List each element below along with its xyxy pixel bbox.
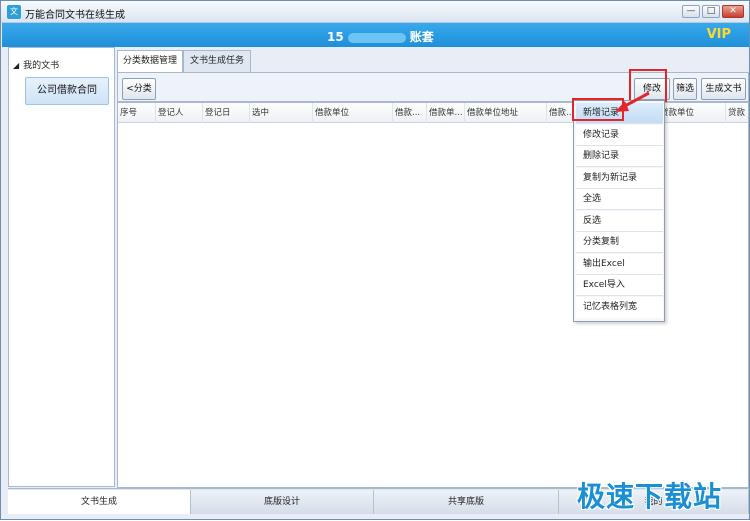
account-prefix: 15 (327, 30, 344, 44)
account-header: 15 账套 VIP (2, 23, 749, 47)
menu-item-edit-record[interactable]: 修改记录 (576, 124, 663, 146)
close-button[interactable]: ✕ (722, 5, 744, 18)
context-menu: 新增记录 修改记录 删除记录 复制为新记录 全选 反选 分类复制 输出Excel… (573, 100, 665, 322)
menu-item-export-excel[interactable]: 输出Excel (576, 253, 663, 275)
menu-item-category-copy[interactable]: 分类复制 (576, 232, 663, 253)
column-header[interactable]: 借款... (547, 103, 575, 123)
category-button[interactable]: <分类 (122, 78, 156, 100)
window-title: 万能合同文书在线生成 (25, 10, 125, 21)
menu-item-invert-selection[interactable]: 反选 (576, 210, 663, 232)
new-record-highlight-box (572, 98, 624, 121)
vip-badge[interactable]: VIP (707, 27, 731, 42)
column-header[interactable]: 登记日 (203, 103, 250, 123)
maximize-button[interactable]: □ (702, 5, 720, 18)
menu-item-select-all[interactable]: 全选 (576, 189, 663, 210)
app-window: 文 万能合同文书在线生成 — □ ✕ 15 账套 VIP ◢ 我的文书 公司借款合同… (0, 0, 750, 520)
column-header[interactable]: 贷款单位 (658, 103, 726, 123)
app-icon: 文 (7, 5, 21, 19)
bottom-tab-template-design[interactable]: 底版设计 (191, 490, 374, 514)
modify-highlight-box (629, 69, 667, 102)
tab-generation-tasks[interactable]: 文书生成任务 (183, 50, 251, 72)
column-header[interactable]: 借款单位地址 (465, 103, 547, 123)
column-header[interactable]: 序号 (118, 103, 156, 123)
column-header[interactable]: 登记人 (156, 103, 203, 123)
column-header[interactable]: 贷款 (726, 103, 748, 123)
column-header[interactable]: 借款单... (427, 103, 465, 123)
generate-document-button[interactable]: 生成文书 (701, 78, 746, 100)
site-watermark: 极速下载站 (577, 480, 723, 513)
tree-root-label: 我的文书 (23, 61, 60, 71)
menu-item-remember-column-widths[interactable]: 记忆表格列宽 (576, 296, 663, 318)
tree-item-company-loan-contract[interactable]: 公司借款合同 (25, 77, 109, 105)
minimize-button[interactable]: — (682, 5, 700, 18)
account-suffix: 账套 (409, 30, 434, 44)
title-bar: 文 万能合同文书在线生成 — □ ✕ (1, 1, 749, 23)
column-header[interactable]: 借款单位 (313, 103, 393, 123)
tab-category-data[interactable]: 分类数据管理 (117, 50, 183, 72)
bottom-tab-document-generation[interactable]: 文书生成 (8, 490, 191, 514)
column-header[interactable]: 借款... (393, 103, 427, 123)
expand-arrow-icon[interactable]: ◢ (13, 61, 19, 70)
menu-item-delete-record[interactable]: 删除记录 (576, 146, 663, 167)
document-tree-panel: ◢ 我的文书 公司借款合同 (8, 47, 115, 487)
column-header[interactable]: 选中 (250, 103, 313, 123)
tree-root-my-documents[interactable]: ◢ 我的文书 (13, 58, 59, 71)
menu-item-import-excel[interactable]: Excel导入 (576, 275, 663, 296)
filter-button[interactable]: 筛选 (673, 78, 697, 100)
menu-item-copy-as-new[interactable]: 复制为新记录 (576, 167, 663, 189)
account-label: 15 账套 (327, 28, 434, 45)
bottom-tab-shared-templates[interactable]: 共享底版 (374, 490, 559, 514)
account-redaction (347, 32, 406, 43)
